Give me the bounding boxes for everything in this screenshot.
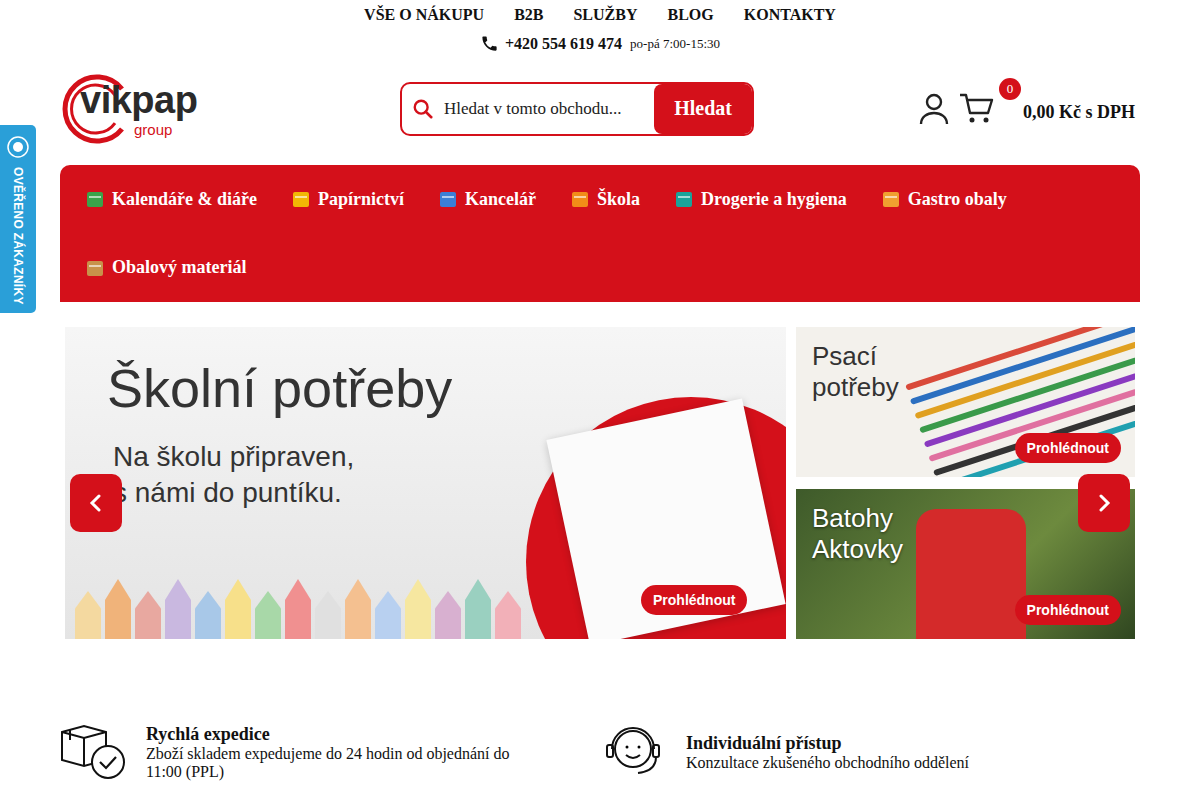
top-nav-link[interactable]: BLOG [668,6,714,24]
top-nav-link[interactable]: VŠE O NÁKUPU [364,6,484,24]
feature-title: Rychlá expedice [146,724,526,745]
category-icon [674,189,694,209]
seal-icon [6,135,30,159]
category-icon [85,189,105,209]
box-check-icon [60,724,126,780]
category-icon [85,258,105,278]
view-button[interactable]: Prohlédnout [641,585,747,615]
side-banner-title: BatohyAktovky [812,503,903,565]
banner-carousel: Školní potřeby Na školu připraven,s námi … [65,327,1135,639]
category-icon [438,189,458,209]
category-item[interactable]: Kancelář [438,165,536,233]
main-banner[interactable]: Školní potřeby Na školu připraven,s námi … [65,327,786,639]
view-button[interactable]: Prohlédnout [1015,595,1121,625]
category-item[interactable]: Kalendáře & diáře [85,165,257,233]
phone-row: +420 554 619 474 po-pá 7:00-15:30 [0,34,1200,53]
side-banner-title: Psacípotřeby [812,341,899,403]
pencils-picture [75,579,521,639]
logo-sub: group [80,121,197,138]
category-icon [291,189,311,209]
cart-button[interactable]: 0 [959,92,999,126]
category-item[interactable]: Škola [570,165,640,233]
cart-icon [959,92,995,124]
phone-icon [480,34,499,53]
next-button[interactable] [1078,474,1130,532]
cart-total[interactable]: 0,00 Kč s DPH [1023,102,1135,123]
phone-number[interactable]: +420 554 619 474 [505,35,622,53]
top-nav-link[interactable]: B2B [514,6,543,24]
banner-title: Školní potřeby [107,357,452,419]
top-nav: VŠE O NÁKUPU B2B SLUŽBY BLOG KONTAKTY [0,0,1200,24]
view-button[interactable]: Prohlédnout [1015,433,1121,463]
chevron-left-icon [84,491,108,515]
search-input[interactable] [442,98,646,120]
search-button[interactable]: Hledat [654,84,752,134]
chevron-right-icon [1092,491,1116,515]
account-area: 0 0,00 Kč s DPH [919,92,1135,126]
page: OVĚŘENO ZÁKAZNÍKY VŠE O NÁKUPU B2B SLUŽBY BL… [0,0,1200,800]
features: Rychlá expediceZboží skladem expedujeme … [60,719,1140,785]
side-banner[interactable]: Psacípotřeby Prohlédnout [796,327,1135,477]
category-icon [881,189,901,209]
verified-text: OVĚŘENO ZÁKAZNÍKY [11,167,25,305]
feature: Individuální přístupKonzultace zkušeného… [600,719,1140,785]
category-item[interactable]: Drogerie a hygiena [674,165,847,233]
top-nav-link[interactable]: KONTAKTY [744,6,836,24]
search-box: Hledat [400,82,754,136]
user-icon[interactable] [919,93,949,125]
search-icon [412,98,434,120]
support-icon [600,719,666,785]
cart-count-badge: 0 [999,78,1021,100]
feature-title: Individuální přístup [686,733,969,754]
verified-badge[interactable]: OVĚŘENO ZÁKAZNÍKY [0,125,36,313]
feature-text: Zboží skladem expedujeme do 24 hodin od … [146,745,526,781]
logo[interactable]: vikpapgroup [60,73,400,144]
category-icon [570,189,590,209]
logo-name: vikpap [80,79,197,122]
header: vikpapgroupHledat00,00 Kč s DPH [60,73,1135,144]
category-item[interactable]: Obalový materiál [85,234,246,302]
opening-hours: po-pá 7:00-15:30 [630,36,720,52]
prev-button[interactable] [70,474,122,532]
feature: Rychlá expediceZboží skladem expedujeme … [60,719,600,785]
backpack-picture [916,509,1026,639]
feature-text: Konzultace zkušeného obchodního oddělení [686,754,969,772]
category-item[interactable]: Gastro obaly [881,165,1007,233]
top-nav-link[interactable]: SLUŽBY [573,6,637,24]
category-bar: Kalendáře & diáře Papírnictví Kancelář Škol… [60,165,1140,302]
category-item[interactable]: Papírnictví [291,165,404,233]
banner-subtitle: Na školu připraven,s námi do puntíku. [113,439,354,512]
